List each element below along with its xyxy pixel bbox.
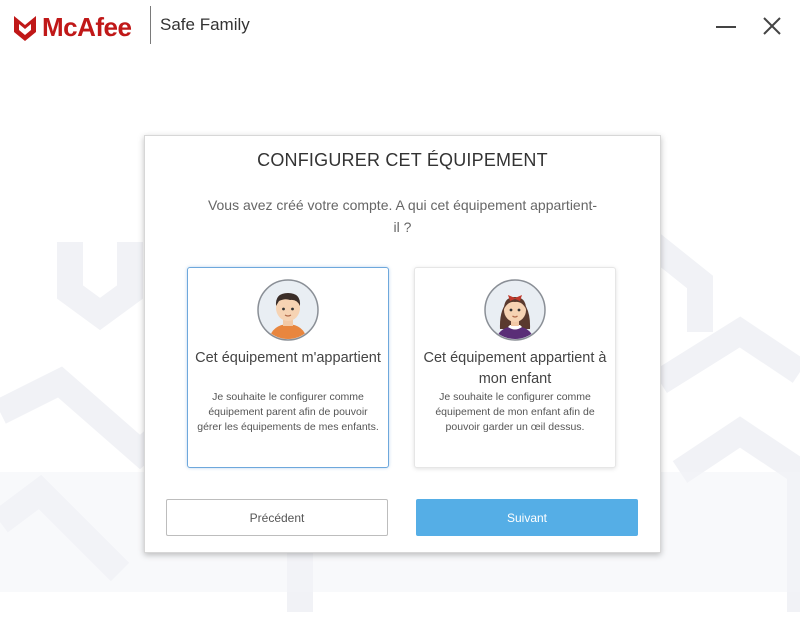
option-card-my-device[interactable]: Cet équipement m'appartient Je souhaite … (187, 267, 389, 468)
next-button[interactable]: Suivant (416, 499, 638, 536)
back-button[interactable]: Précédent (166, 499, 388, 536)
brand-divider (150, 6, 151, 44)
product-name: Safe Family (160, 15, 250, 34)
option-title: Cet équipement m'appartient (195, 350, 381, 366)
title-bar: McAfee Safe Family (0, 0, 800, 52)
mcafee-shield-icon (14, 15, 36, 41)
close-button[interactable] (756, 10, 788, 42)
option-description: Je souhaite le configurer comme équipeme… (435, 391, 595, 433)
option-title: Cet équipement appartient à mon enfant (423, 350, 607, 387)
configure-device-dialog: CONFIGURER CET ÉQUIPEMENT Vous avez créé… (144, 135, 661, 553)
mcafee-logo: McAfee (12, 12, 132, 43)
girl-avatar-icon (484, 279, 546, 341)
option-card-child-device[interactable]: Cet équipement appartient à mon enfant J… (414, 267, 616, 468)
close-icon (763, 17, 781, 35)
dialog-title: CONFIGURER CET ÉQUIPEMENT (257, 150, 548, 170)
boy-avatar-icon (257, 279, 319, 341)
brand-name: McAfee (42, 12, 132, 42)
dialog-subtitle: Vous avez créé votre compte. A qui cet é… (207, 197, 598, 235)
minimize-button[interactable] (712, 10, 744, 42)
option-description: Je souhaite le configurer comme équipeme… (197, 391, 379, 433)
